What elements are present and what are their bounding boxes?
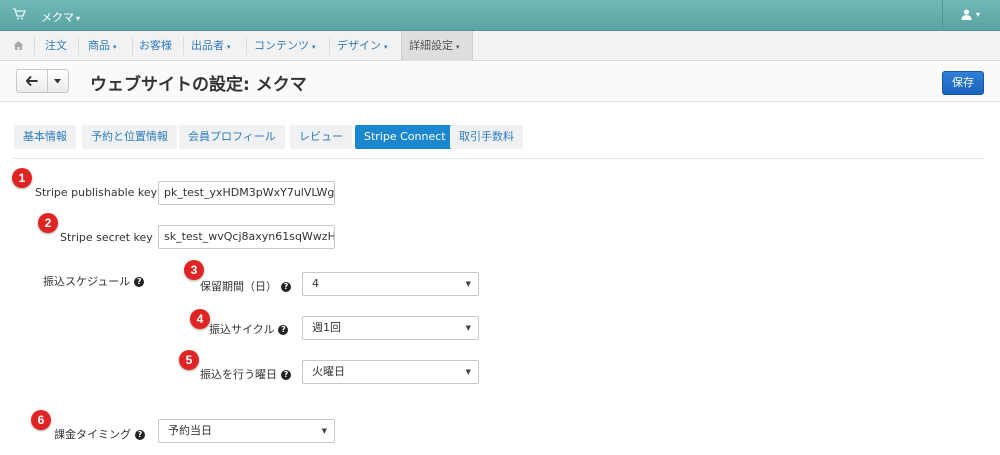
annotation-badge: 3 — [184, 260, 204, 280]
secret-key-label: Stripe secret key — [60, 231, 153, 244]
back-button-group — [16, 69, 69, 93]
chevron-down-icon: ▾ — [384, 43, 388, 51]
chevron-down-icon: ▾ — [227, 43, 231, 51]
arrow-left-icon — [26, 76, 38, 86]
select-arrow-icon: ▼ — [465, 280, 471, 288]
publishable-key-input[interactable]: pk_test_yxHDM3pWxY7ulVLWgXIE — [158, 181, 335, 205]
select-arrow-icon: ▼ — [465, 368, 471, 376]
cart-icon[interactable] — [12, 7, 26, 21]
back-button[interactable] — [17, 70, 48, 92]
select-arrow-icon: ▼ — [465, 324, 471, 332]
page-header: ウェブサイトの設定: メクマ — [0, 61, 1000, 102]
menu-item-design[interactable]: デザイン ▾ — [330, 31, 395, 61]
annotation-badge: 1 — [12, 168, 32, 188]
hold-period-select[interactable]: 4 ▼ — [302, 272, 479, 296]
tab-reviews[interactable]: レビュー — [290, 125, 352, 149]
chevron-down-icon: ▾ — [113, 43, 117, 51]
payout-cycle-label: 振込サイクル? — [209, 321, 289, 337]
annotation-badge: 2 — [38, 213, 58, 233]
payout-cycle-select[interactable]: 週1回 ▼ — [302, 316, 479, 340]
chevron-down-icon: ▾ — [312, 43, 316, 51]
home-icon[interactable] — [13, 40, 24, 51]
payout-schedule-label: 振込スケジュール? — [43, 273, 145, 289]
menu-divider — [78, 37, 79, 55]
annotation-badge: 5 — [179, 350, 199, 370]
menu-divider — [34, 37, 35, 55]
menu-item-vendors[interactable]: 出品者 ▾ — [184, 31, 238, 61]
question-icon[interactable]: ? — [278, 325, 289, 335]
menu-item-products[interactable]: 商品 ▾ — [81, 31, 124, 61]
menu-item-advanced-settings[interactable]: 詳細設定 ▾ — [401, 31, 473, 61]
payout-weekday-select[interactable]: 火曜日 ▼ — [302, 360, 479, 384]
tab-divider — [12, 158, 984, 159]
select-arrow-icon: ▼ — [321, 427, 327, 435]
page-title: ウェブサイトの設定: メクマ — [90, 75, 307, 95]
question-icon[interactable]: ? — [135, 430, 145, 440]
user-menu-button[interactable]: ▾ — [942, 0, 1000, 31]
chevron-down-icon: ▾ — [76, 14, 81, 23]
payout-weekday-label: 振込を行う曜日? — [200, 366, 291, 382]
caret-down-icon — [54, 79, 61, 84]
secret-key-input[interactable]: sk_test_wvQcj8axyn61sqWwzHjjU2 — [158, 225, 335, 249]
question-icon[interactable]: ? — [281, 282, 291, 292]
annotation-badge: 6 — [31, 410, 51, 430]
hold-period-label: 保留期間（日）? — [200, 278, 291, 294]
save-button[interactable]: 保存 — [942, 71, 984, 95]
tab-member-profile[interactable]: 会員プロフィール — [179, 125, 285, 149]
chevron-down-icon: ▾ — [456, 43, 460, 51]
tab-basic-info[interactable]: 基本情報 — [14, 125, 76, 149]
top-bar: メクマ ▾ ▾ — [0, 0, 1000, 31]
menu-item-content[interactable]: コンテンツ ▾ — [247, 31, 323, 61]
back-dropdown-button[interactable] — [48, 70, 68, 92]
publishable-key-label: Stripe publishable key — [35, 186, 158, 199]
tab-transaction-fees[interactable]: 取引手数料 — [450, 125, 523, 149]
tab-booking-location[interactable]: 予約と位置情報 — [82, 125, 177, 149]
store-name: メクマ — [41, 11, 74, 24]
store-switcher[interactable]: メクマ ▾ — [41, 9, 80, 25]
chevron-down-icon: ▾ — [976, 10, 981, 19]
question-icon[interactable]: ? — [134, 277, 145, 287]
tab-stripe-connect[interactable]: Stripe Connect — [355, 125, 455, 149]
menu-item-orders[interactable]: 注文 — [38, 31, 74, 61]
charge-timing-select[interactable]: 予約当日 ▼ — [158, 419, 335, 443]
menu-item-customers[interactable]: お客様 — [132, 31, 179, 61]
charge-timing-label: 課金タイミング? — [54, 426, 145, 442]
annotation-badge: 4 — [190, 309, 210, 329]
user-icon — [961, 9, 972, 20]
main-menu: 注文 商品 ▾ お客様 出品者 ▾ コンテンツ ▾ デザイン ▾ 詳細設定 ▾ — [0, 31, 1000, 61]
question-icon[interactable]: ? — [281, 370, 291, 380]
